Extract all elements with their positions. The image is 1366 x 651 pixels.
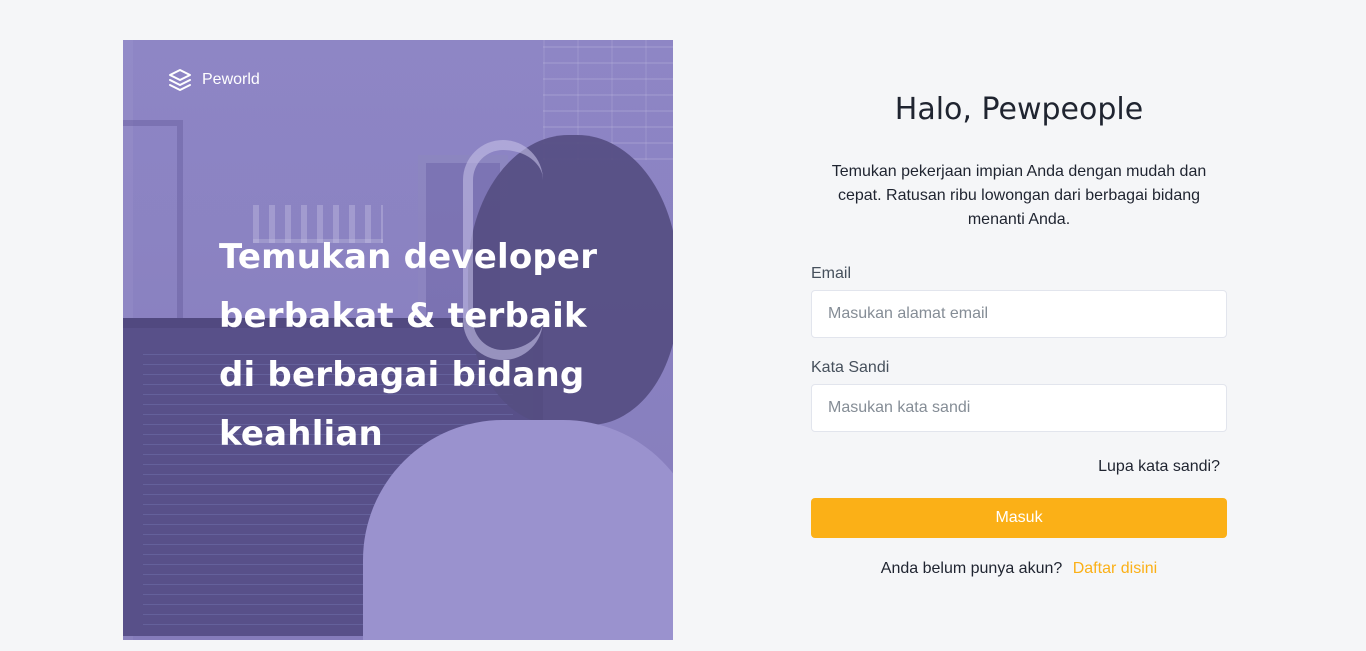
- login-form: Halo, Pewpeople Temukan pekerjaan impian…: [811, 88, 1227, 578]
- register-row: Anda belum punya akun? Daftar disini: [811, 560, 1227, 578]
- email-field[interactable]: [811, 290, 1227, 338]
- login-subtitle: Temukan pekerjaan impian Anda dengan mud…: [831, 163, 1207, 228]
- hero-panel: Peworld Temukan developer berbakat & ter…: [123, 40, 673, 640]
- register-prompt: Anda belum punya akun?: [880, 560, 1063, 577]
- password-label: Kata Sandi: [811, 359, 890, 376]
- page-title: Halo, Pewpeople: [894, 92, 1144, 127]
- hero-title-line: Temukan developer: [219, 237, 598, 277]
- forgot-password-row: Lupa kata sandi?: [811, 458, 1227, 476]
- hero-title-line: keahlian: [219, 414, 383, 454]
- hero-title: Temukan developer berbakat & terbaik di …: [219, 228, 619, 464]
- brand-logo[interactable]: Peworld: [168, 68, 260, 92]
- layers-icon: [169, 69, 191, 91]
- login-button[interactable]: Masuk: [811, 498, 1227, 538]
- email-label: Email: [811, 265, 852, 282]
- password-field[interactable]: [811, 384, 1227, 432]
- brand-name: Peworld: [202, 71, 260, 88]
- register-link[interactable]: Daftar disini: [1073, 560, 1157, 577]
- hero-title-line: berbakat & terbaik: [219, 296, 587, 336]
- forgot-password-link[interactable]: Lupa kata sandi?: [1098, 458, 1220, 475]
- hero-title-line: di berbagai bidang: [219, 355, 585, 395]
